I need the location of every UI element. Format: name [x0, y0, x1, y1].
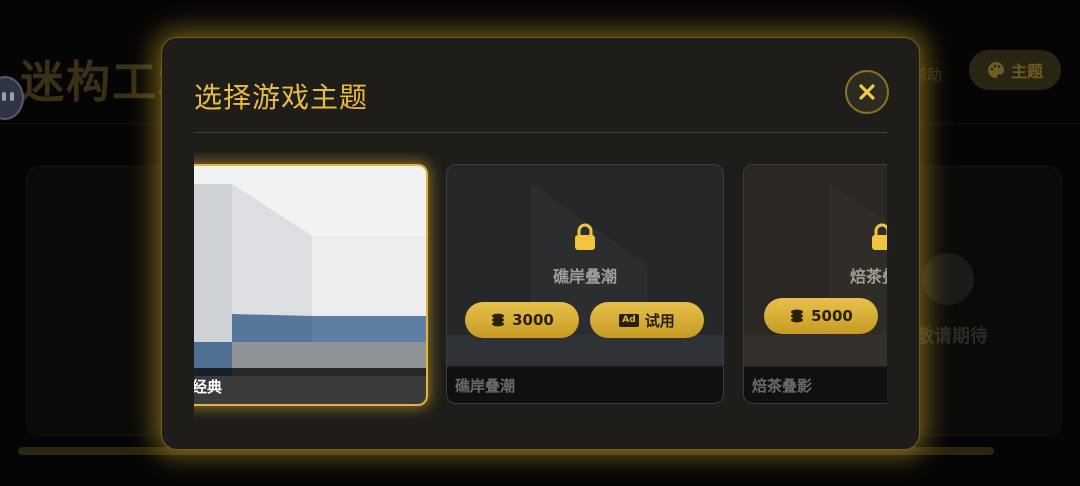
lock-block: 礁岸叠潮 — [447, 223, 723, 287]
theme-card-tea[interactable]: 焙茶叠 5000 焙茶叠影 — [743, 164, 887, 404]
theme-caption: 焙茶叠影 — [744, 367, 887, 403]
avatar-eye — [10, 92, 14, 101]
lock-icon — [872, 223, 887, 250]
theme-card-classic[interactable]: 经典 — [194, 164, 428, 406]
theme-caption: 经典 — [194, 368, 426, 404]
background-theme-button: 主题 — [969, 50, 1061, 90]
trial-label: 试用 — [644, 311, 675, 330]
clock-icon — [922, 253, 974, 305]
theme-select-modal: 选择游戏主题 经典 礁岸叠潮 3000 Ad 试用 礁岸叠潮 焙茶 5000 焙… — [161, 37, 920, 450]
lock-block: 焙茶叠 — [850, 223, 887, 287]
avatar-eye — [2, 92, 6, 101]
theme-lock-name: 焙茶叠 — [850, 267, 887, 286]
coins-icon — [492, 313, 505, 327]
ad-icon: Ad — [619, 313, 639, 327]
buy-coins-button[interactable]: 5000 — [764, 298, 878, 334]
coins-icon — [791, 309, 804, 323]
background-theme-label: 主题 — [1010, 62, 1043, 81]
coin-price: 5000 — [811, 307, 853, 325]
coin-price: 3000 — [512, 311, 554, 329]
close-button[interactable] — [845, 70, 889, 114]
palette-icon — [987, 62, 1004, 78]
modal-title: 选择游戏主题 — [194, 81, 369, 114]
theme-card-reef[interactable]: 礁岸叠潮 3000 Ad 试用 礁岸叠潮 — [446, 164, 724, 404]
background-coming-soon: 敬请期待 — [916, 326, 988, 347]
buy-coins-button[interactable]: 3000 — [465, 302, 579, 338]
modal-divider — [194, 132, 887, 133]
theme-carousel[interactable]: 经典 礁岸叠潮 3000 Ad 试用 礁岸叠潮 焙茶 5000 焙茶叠影 — [194, 152, 887, 422]
theme-lock-name: 礁岸叠潮 — [552, 267, 617, 286]
close-icon — [859, 84, 875, 100]
theme-caption: 礁岸叠潮 — [447, 367, 723, 403]
lock-icon — [575, 223, 595, 250]
trial-ad-button[interactable]: Ad 试用 — [590, 302, 704, 338]
